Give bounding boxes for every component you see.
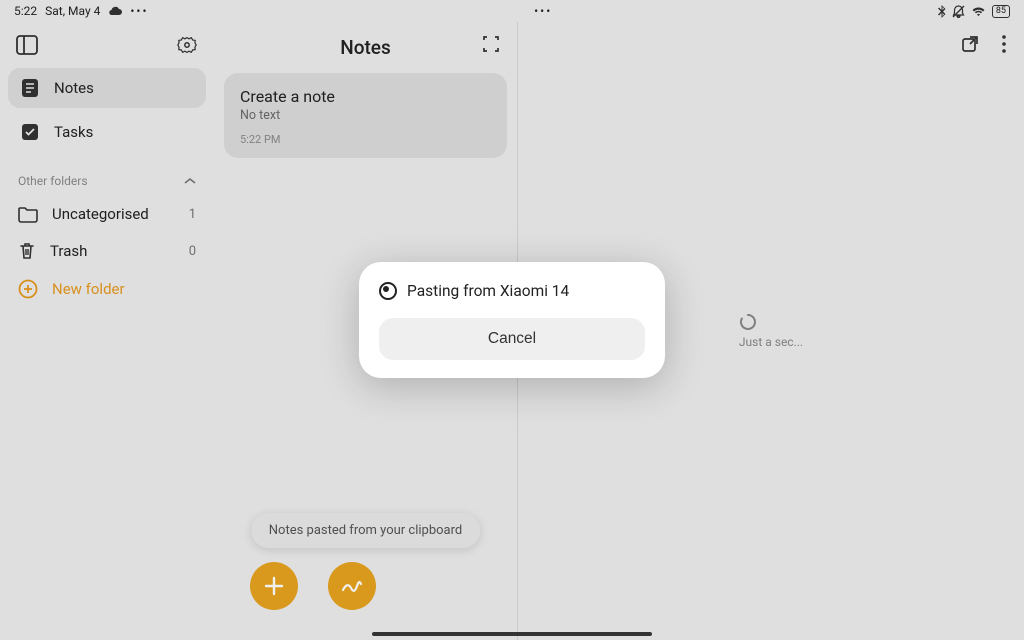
dialog-spinner-icon [379, 282, 397, 300]
pasting-dialog: Pasting from Xiaomi 14 Cancel [359, 262, 665, 378]
nav-handle[interactable] [372, 632, 652, 636]
dialog-overlay[interactable]: Pasting from Xiaomi 14 Cancel [0, 0, 1024, 640]
dialog-message: Pasting from Xiaomi 14 [407, 282, 569, 300]
cancel-button[interactable]: Cancel [379, 318, 645, 360]
